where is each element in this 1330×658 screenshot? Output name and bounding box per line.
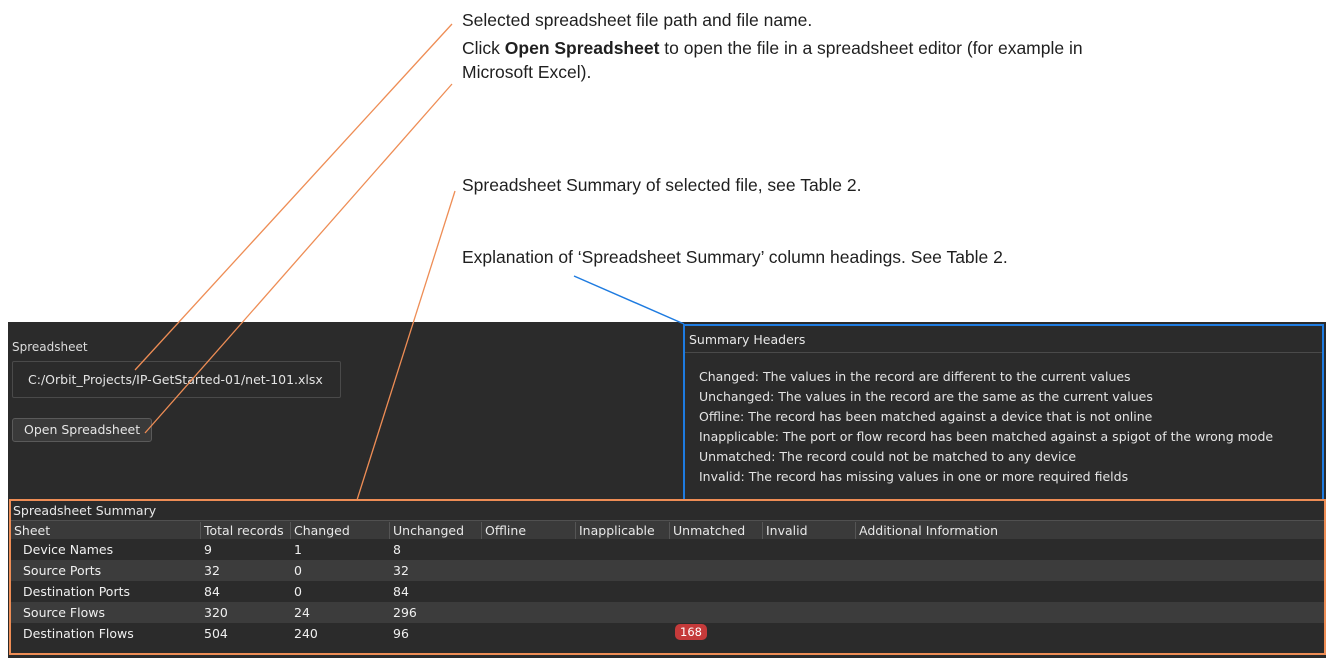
headers-callout-text: Explanation of ‘Spreadsheet Summary’ col… — [462, 247, 1008, 267]
column-header-changed[interactable]: Changed — [291, 522, 390, 539]
unmatched-count-badge: 168 — [675, 624, 707, 640]
cell-changed: 0 — [294, 563, 302, 578]
summary-headers-title: Summary Headers — [689, 332, 806, 347]
cell-changed: 240 — [294, 626, 318, 641]
summary-table-header: Sheet Total records Changed Unchanged Of… — [11, 520, 1324, 541]
headers-callout-line — [573, 275, 685, 325]
summary-header-line-offline: Offline: The record has been matched aga… — [699, 409, 1153, 424]
table-row[interactable]: Source Ports 32 0 32 — [11, 560, 1324, 581]
table-row[interactable]: Source Flows 320 24 296 — [11, 602, 1324, 623]
open-callout-bold: Open Spreadsheet — [504, 38, 660, 58]
table-row[interactable]: Destination Ports 84 0 84 — [11, 581, 1324, 602]
cell-total: 320 — [204, 605, 228, 620]
spreadsheet-summary-title: Spreadsheet Summary — [13, 503, 157, 518]
open-callout-prefix: Click — [462, 38, 505, 58]
cell-unchanged: 8 — [393, 542, 401, 557]
cell-unchanged: 32 — [393, 563, 409, 578]
cell-unchanged: 296 — [393, 605, 417, 620]
column-header-inapplicable[interactable]: Inapplicable — [576, 522, 670, 539]
summary-header-line-unchanged: Unchanged: The values in the record are … — [699, 389, 1153, 404]
open-button-callout-text: Click Open Spreadsheet to open the file … — [462, 36, 1122, 84]
summary-headers-divider — [685, 352, 1322, 353]
column-header-unmatched[interactable]: Unmatched — [670, 522, 763, 539]
open-spreadsheet-button[interactable]: Open Spreadsheet — [12, 418, 153, 442]
cell-total: 504 — [204, 626, 228, 641]
summary-header-line-unmatched: Unmatched: The record could not be match… — [699, 449, 1077, 464]
cell-total: 32 — [204, 563, 220, 578]
cell-changed: 1 — [294, 542, 302, 557]
summary-headers-panel: Summary Headers Changed: The values in t… — [683, 324, 1324, 501]
column-header-unchanged[interactable]: Unchanged — [390, 522, 482, 539]
import-panel: Spreadsheet C:/Orbit_Projects/IP-GetStar… — [8, 322, 1326, 658]
spreadsheet-summary-panel: Spreadsheet Summary Sheet Total records … — [9, 499, 1326, 655]
summary-header-line-changed: Changed: The values in the record are di… — [699, 369, 1131, 384]
path-callout-text: Selected spreadsheet file path and file … — [462, 10, 813, 30]
cell-total: 9 — [204, 542, 212, 557]
column-header-additional-information[interactable]: Additional Information — [856, 522, 1316, 539]
spreadsheet-path-field: C:/Orbit_Projects/IP-GetStarted-01/net-1… — [12, 361, 341, 398]
summary-callout-text: Spreadsheet Summary of selected file, se… — [462, 175, 862, 195]
spreadsheet-section-label: Spreadsheet — [12, 340, 88, 354]
cell-sheet: Destination Ports — [23, 584, 130, 599]
table-row[interactable]: Destination Flows 504 240 96 168 — [11, 623, 1324, 644]
summary-headers-list: Changed: The values in the record are di… — [699, 367, 1273, 487]
cell-sheet: Device Names — [23, 542, 114, 557]
cell-sheet: Source Flows — [23, 605, 105, 620]
cell-unchanged: 96 — [393, 626, 409, 641]
summary-header-line-inapplicable: Inapplicable: The port or flow record ha… — [699, 429, 1274, 444]
cell-changed: 0 — [294, 584, 302, 599]
column-header-offline[interactable]: Offline — [482, 522, 576, 539]
cell-sheet: Source Ports — [23, 563, 102, 578]
table-row[interactable]: Device Names 9 1 8 — [11, 539, 1324, 560]
cell-total: 84 — [204, 584, 220, 599]
column-header-total-records[interactable]: Total records — [201, 522, 291, 539]
column-header-invalid[interactable]: Invalid — [763, 522, 856, 539]
summary-header-line-invalid: Invalid: The record has missing values i… — [699, 469, 1129, 484]
spreadsheet-path-text: C:/Orbit_Projects/IP-GetStarted-01/net-1… — [28, 372, 323, 387]
path-callout-line — [134, 23, 453, 371]
cell-changed: 24 — [294, 605, 310, 620]
cell-unchanged: 84 — [393, 584, 409, 599]
cell-sheet: Destination Flows — [23, 626, 134, 641]
column-header-sheet[interactable]: Sheet — [11, 522, 201, 539]
